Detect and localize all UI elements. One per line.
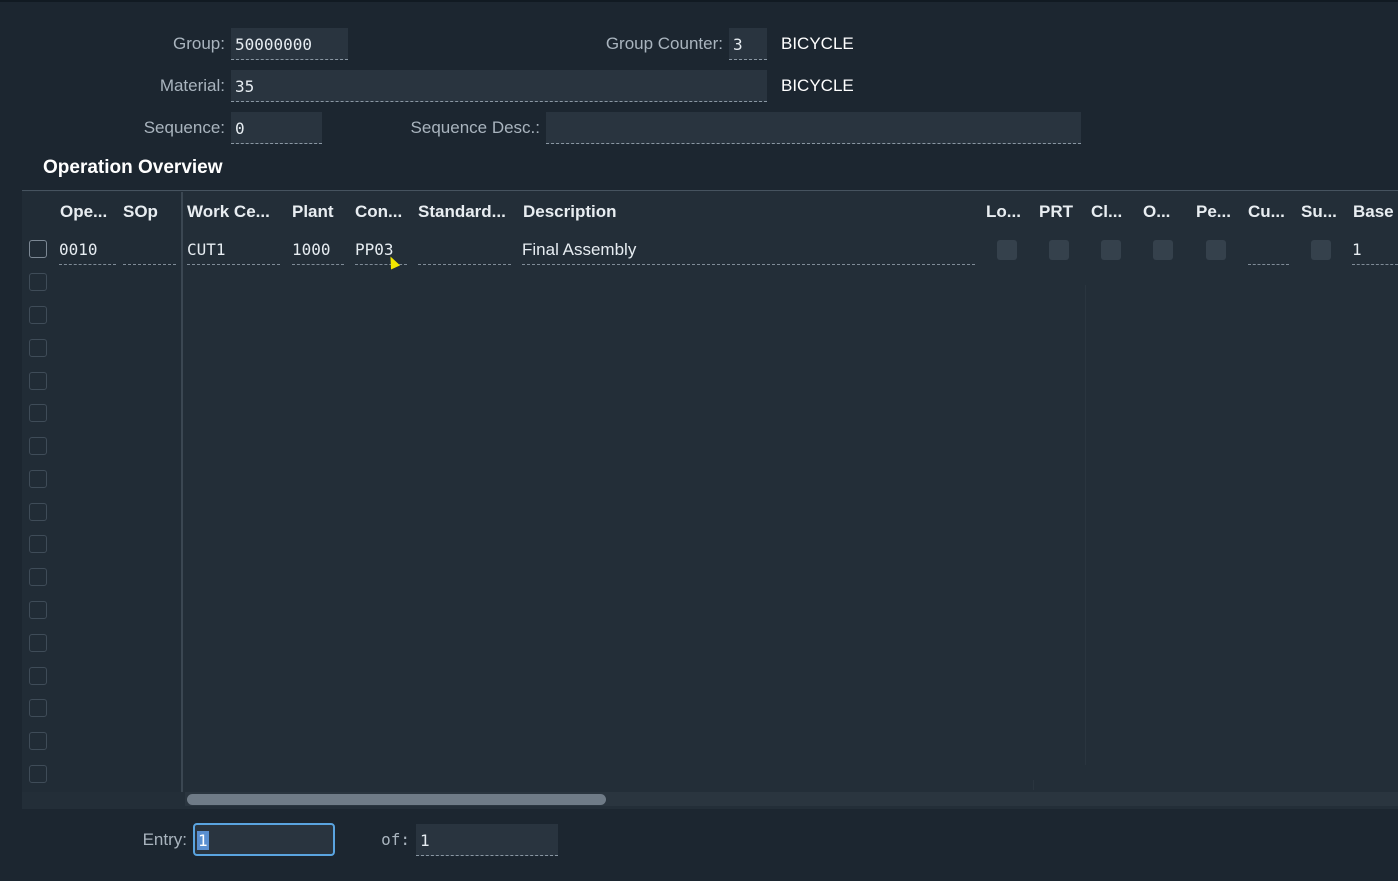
sequence-label: Sequence: — [143, 118, 225, 137]
col-header-description[interactable]: Description — [523, 202, 617, 222]
entry-label: Entry: — [142, 830, 187, 849]
group-counter-field[interactable]: 3 — [729, 28, 767, 60]
cell-standard-text[interactable] — [418, 236, 511, 265]
column-guide — [1085, 285, 1086, 765]
col-header-sop[interactable]: SOp — [123, 202, 158, 222]
row-select-checkbox[interactable] — [29, 306, 47, 324]
row-select-checkbox[interactable] — [29, 535, 47, 553]
row-select-checkbox[interactable] — [29, 437, 47, 455]
fixed-column-divider — [181, 192, 183, 792]
table-top-border — [22, 190, 1398, 191]
col-header-o[interactable]: O... — [1143, 202, 1170, 222]
sequence-desc-field[interactable] — [546, 112, 1081, 144]
row-select-checkbox[interactable] — [29, 470, 47, 488]
cell-control-key[interactable]: PP03 — [355, 236, 407, 265]
col-header-work-center[interactable]: Work Ce... — [187, 202, 270, 222]
group-field[interactable]: 50000000 — [231, 28, 348, 60]
cell-description[interactable]: Final Assembly — [522, 236, 975, 265]
row-select-checkbox[interactable] — [29, 634, 47, 652]
col-header-operation[interactable]: Ope... — [60, 202, 107, 222]
cell-work-center[interactable]: CUT1 — [187, 236, 280, 265]
cell-sop[interactable] — [123, 236, 176, 265]
cell-su-checkbox[interactable] — [1311, 240, 1331, 260]
row-select-checkbox[interactable] — [29, 339, 47, 357]
cell-cu[interactable] — [1248, 236, 1289, 265]
column-guide — [1033, 780, 1034, 790]
row-select-checkbox[interactable] — [29, 568, 47, 586]
col-header-prt[interactable]: PRT — [1039, 202, 1073, 222]
col-header-pe[interactable]: Pe... — [1196, 202, 1231, 222]
horizontal-scrollbar-thumb[interactable] — [187, 794, 606, 805]
entry-input[interactable]: 1 — [193, 823, 335, 856]
col-header-standard-text[interactable]: Standard... — [418, 202, 506, 222]
cell-lo-checkbox[interactable] — [997, 240, 1017, 260]
operation-table — [22, 190, 1398, 809]
row-select-checkbox[interactable] — [29, 273, 47, 291]
material-label: Material: — [159, 76, 225, 95]
top-edge — [0, 0, 1398, 2]
cell-plant[interactable]: 1000 — [292, 236, 344, 265]
cell-base[interactable]: 1 — [1352, 236, 1398, 265]
col-header-plant[interactable]: Plant — [292, 202, 334, 222]
col-header-cu[interactable]: Cu... — [1248, 202, 1285, 222]
row-select-checkbox[interactable] — [29, 601, 47, 619]
cell-cl-checkbox[interactable] — [1101, 240, 1121, 260]
row-select-checkbox[interactable] — [29, 732, 47, 750]
row-select-checkbox[interactable] — [29, 372, 47, 390]
col-header-cl[interactable]: Cl... — [1091, 202, 1122, 222]
of-field: 1 — [416, 824, 558, 856]
row-select-checkbox[interactable] — [29, 667, 47, 685]
cell-o-checkbox[interactable] — [1153, 240, 1173, 260]
sequence-desc-label: Sequence Desc.: — [410, 118, 540, 137]
group-label: Group: — [173, 34, 225, 53]
material-description: BICYCLE — [781, 76, 854, 95]
cell-operation[interactable]: 0010 — [59, 236, 116, 265]
row-select-checkbox[interactable] — [29, 503, 47, 521]
group-counter-label: Group Counter: — [605, 34, 723, 53]
col-header-control-key[interactable]: Con... — [355, 202, 402, 222]
row-select-checkbox[interactable] — [29, 404, 47, 422]
cell-pe-checkbox[interactable] — [1206, 240, 1226, 260]
group-description: BICYCLE — [781, 34, 854, 53]
row-select-checkbox[interactable] — [29, 765, 47, 783]
entry-value: 1 — [197, 831, 209, 850]
cell-prt-checkbox[interactable] — [1049, 240, 1069, 260]
section-title: Operation Overview — [43, 157, 223, 178]
row-select-checkbox[interactable] — [29, 699, 47, 717]
col-header-base[interactable]: Base — [1353, 202, 1394, 222]
col-header-su[interactable]: Su... — [1301, 202, 1337, 222]
material-field[interactable]: 35 — [231, 70, 767, 102]
row-select-checkbox[interactable] — [29, 240, 47, 258]
col-header-lo[interactable]: Lo... — [986, 202, 1021, 222]
of-label: of: — [381, 830, 410, 849]
sequence-field[interactable]: 0 — [231, 112, 322, 144]
